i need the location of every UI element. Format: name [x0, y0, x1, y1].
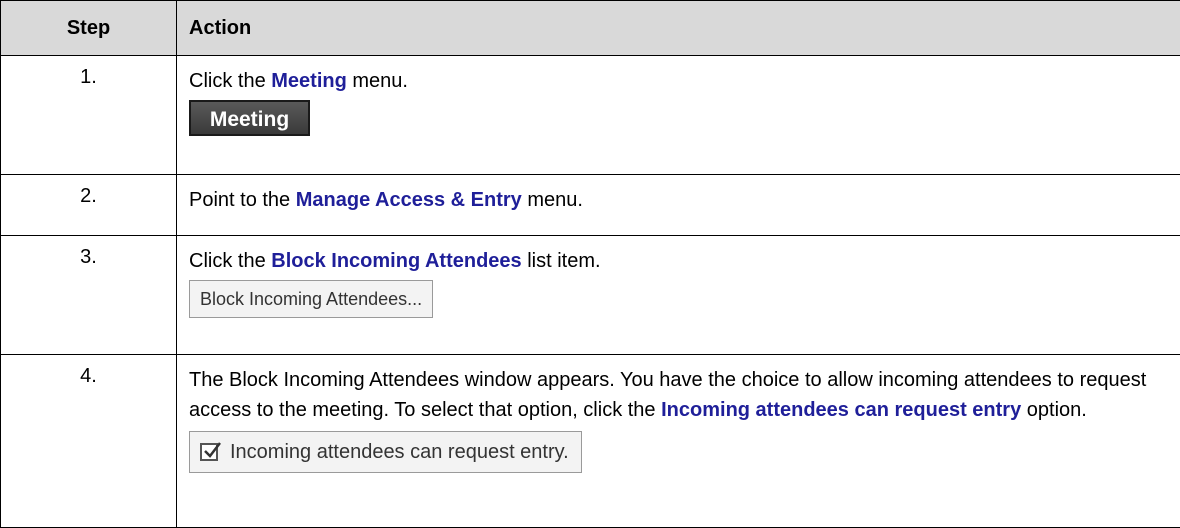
instruction-pre: Click the — [189, 250, 271, 272]
instruction-pre: Point to the — [189, 189, 296, 211]
header-action: Action — [177, 1, 1180, 56]
instruction-pre: Click the — [189, 70, 271, 92]
ui-element-name: Block Incoming Attendees — [271, 250, 521, 272]
header-row: Step Action — [1, 1, 1180, 56]
step-number: 4. — [1, 355, 177, 528]
checkbox-checked-icon[interactable] — [200, 443, 218, 461]
request-entry-option[interactable]: Incoming attendees can request entry. — [189, 431, 582, 473]
instruction-text: Click the Meeting menu. — [189, 66, 1168, 96]
instruction-post: option. — [1021, 399, 1087, 421]
step-number: 1. — [1, 56, 177, 175]
block-incoming-attendees-item[interactable]: Block Incoming Attendees... — [189, 280, 433, 318]
ui-element-name: Meeting — [271, 70, 347, 92]
step-number: 3. — [1, 236, 177, 355]
action-cell: Click the Meeting menu. Meeting — [177, 56, 1180, 175]
meeting-menu-button[interactable]: Meeting — [189, 100, 310, 136]
instruction-post: menu. — [347, 70, 408, 92]
instruction-text: Point to the Manage Access & Entry menu. — [189, 185, 1168, 215]
instruction-post: menu. — [522, 189, 583, 211]
steps-table: Step Action 1. Click the Meeting menu. M… — [0, 0, 1180, 528]
instruction-text: The Block Incoming Attendees window appe… — [189, 365, 1168, 425]
ui-element-name: Incoming attendees can request entry — [661, 399, 1021, 421]
instruction-post: list item. — [522, 250, 601, 272]
table-row: 3. Click the Block Incoming Attendees li… — [1, 236, 1180, 355]
table-row: 1. Click the Meeting menu. Meeting — [1, 56, 1180, 175]
header-step: Step — [1, 1, 177, 56]
action-cell: Click the Block Incoming Attendees list … — [177, 236, 1180, 355]
step-number: 2. — [1, 175, 177, 236]
ui-element-name: Manage Access & Entry — [296, 189, 522, 211]
action-cell: Point to the Manage Access & Entry menu. — [177, 175, 1180, 236]
action-cell: The Block Incoming Attendees window appe… — [177, 355, 1180, 528]
table-row: 4. The Block Incoming Attendees window a… — [1, 355, 1180, 528]
table-row: 2. Point to the Manage Access & Entry me… — [1, 175, 1180, 236]
instruction-text: Click the Block Incoming Attendees list … — [189, 246, 1168, 276]
request-entry-label: Incoming attendees can request entry. — [230, 437, 569, 467]
